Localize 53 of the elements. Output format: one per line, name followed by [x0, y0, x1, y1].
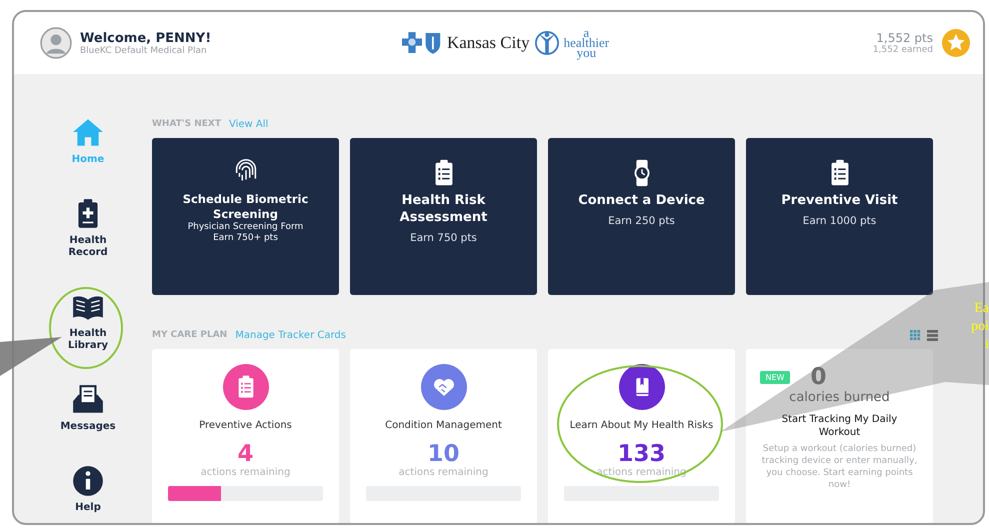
brand-name: Kansas City: [446, 33, 530, 53]
callout-text: Ea: [974, 300, 989, 318]
calorie-count: 0: [810, 364, 826, 390]
care-plan-card[interactable]: NEW 0 calories burned Start Tracking My Daily Workout Setup a workout (calories burned) tracking device or enter manually, you choose. Start earning points now!: [746, 349, 933, 523]
task-card[interactable]: Schedule Biometric Screening Physician Screening Form Earn 750+ pts: [152, 138, 339, 295]
points-earned: 1,552 earned: [872, 45, 933, 55]
nav-item[interactable]: Help: [53, 464, 123, 514]
card-title: Start Tracking My Daily Workout: [780, 413, 898, 439]
nav-item[interactable]: Health Record: [53, 197, 123, 259]
card-title: Schedule Biometric Screening: [182, 192, 310, 222]
points-reward: Earn 1000 pts: [802, 215, 876, 227]
cross-shield-logo-icon: [402, 31, 442, 55]
card-title: Preventive Visit: [780, 192, 899, 209]
card-title: Preventive Actions: [199, 420, 292, 431]
points-reward: Earn 750 pts: [410, 232, 477, 244]
count-caption: calories burned: [789, 390, 890, 405]
tagline-text: a: [583, 28, 590, 38]
info-icon: [71, 464, 105, 498]
points-reward: Earn 250 pts: [608, 215, 675, 227]
action-count: 10: [427, 441, 460, 467]
callout-pointer: [0, 337, 62, 376]
callout-text: poi: [971, 318, 989, 336]
action-count: 133: [617, 441, 666, 467]
card-description: Setup a workout (calories burned) tracking device or enter manually, you choose. Start earning points now!: [760, 443, 918, 491]
points-total: 1,552 pts: [875, 31, 933, 45]
care-plan-card[interactable]: Preventive Actions 4 actions remaining: [152, 349, 339, 523]
avatar-icon[interactable]: [40, 27, 72, 59]
task-card[interactable]: Preventive Visit Earn 1000 pts: [746, 138, 933, 295]
plan-name: BlueKC Default Medical Plan: [80, 46, 208, 56]
action-count: 4: [237, 441, 254, 467]
card-title: Health Risk Assessment: [398, 192, 488, 226]
section-heading: MY CARE PLAN: [152, 330, 228, 340]
card-title: Condition Management: [385, 420, 502, 431]
new-badge: NEW: [760, 370, 790, 384]
count-caption: actions remaining: [398, 467, 488, 478]
list-view-icon[interactable]: [927, 330, 938, 340]
card-subtitle: Physician Screening Form: [188, 222, 304, 233]
figure-logo-icon: [534, 30, 559, 56]
points-reward: Earn 750+ pts: [213, 233, 278, 244]
welcome-text: Welcome, PENNY!: [80, 30, 212, 46]
task-card[interactable]: Health Risk Assessment Earn 750 pts: [350, 138, 537, 295]
nav-item[interactable]: Health Library: [53, 290, 123, 352]
nav-item[interactable]: Messages: [53, 383, 123, 433]
tagline-text: healthier: [564, 38, 610, 48]
count-caption: actions remaining: [200, 467, 290, 478]
card-title: Learn About My Health Risks: [570, 420, 714, 431]
grid-view-icon[interactable]: [910, 330, 921, 340]
task-card[interactable]: Connect a Device Earn 250 pts: [548, 138, 735, 295]
tagline-text: you: [576, 48, 596, 58]
card-title: Connect a Device: [577, 192, 706, 209]
care-plan-card[interactable]: Condition Management 10 actions remaining: [350, 349, 537, 523]
callout-text: i: [985, 336, 989, 354]
section-heading: WHAT'S NEXT: [152, 119, 221, 129]
